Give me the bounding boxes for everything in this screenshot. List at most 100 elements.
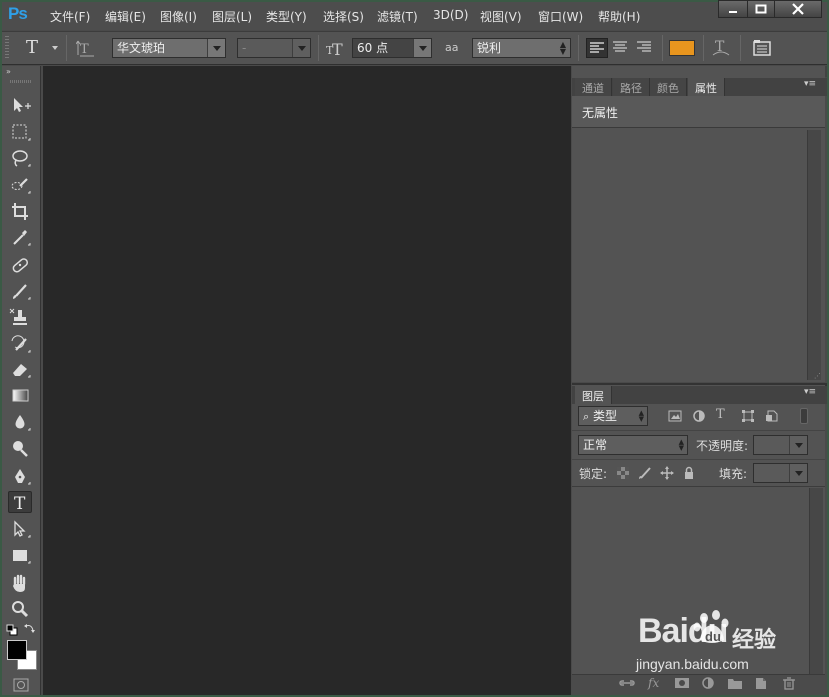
delete-layer-trash-icon[interactable] (781, 676, 797, 690)
blur-tool[interactable] (8, 411, 32, 433)
layers-scrollbar[interactable] (809, 488, 823, 674)
eyedropper-tool[interactable] (8, 226, 32, 248)
minimize-button[interactable] (718, 0, 748, 18)
tab-properties[interactable]: 属性 (688, 78, 725, 96)
layer-style-fx-icon[interactable]: fx (648, 676, 664, 690)
lasso-tool[interactable] (8, 147, 32, 169)
separator (662, 35, 663, 61)
quick-mask-icon (13, 678, 29, 692)
align-right-icon (637, 41, 651, 52)
svg-text:T: T (332, 40, 343, 58)
font-family-select[interactable]: 华文琥珀 (112, 38, 226, 58)
layer-filter-select[interactable]: ⌕ 类型 ▲ ▼ (578, 406, 648, 426)
lock-all-icon[interactable] (682, 466, 696, 480)
blend-mode-select[interactable]: 正常 ▲ ▼ (578, 435, 688, 455)
menu-file[interactable]: 文件(F) (50, 8, 90, 25)
layers-panel-menu-icon[interactable]: ▾≡ (804, 387, 816, 397)
font-size-value: 60 点 (357, 41, 389, 55)
new-group-folder-icon[interactable] (727, 676, 743, 690)
menu-filter[interactable]: 滤镜(T) (377, 8, 418, 25)
lock-position-icon[interactable] (660, 466, 674, 480)
toggle-text-orientation-icon[interactable]: T (76, 38, 96, 58)
panel-menu-icon[interactable]: ▾≡ (804, 79, 816, 89)
quick-selection-tool[interactable] (8, 174, 32, 196)
menu-view[interactable]: 视图(V) (480, 8, 522, 25)
gradient-tool[interactable] (8, 384, 32, 406)
crop-tool[interactable] (8, 200, 32, 222)
align-left-button[interactable] (586, 38, 608, 58)
marquee-tool[interactable] (8, 121, 32, 143)
lock-image-pixels-icon[interactable] (638, 466, 652, 480)
add-mask-icon[interactable] (674, 676, 690, 690)
properties-scrollbar[interactable] (807, 130, 821, 380)
zoom-tool[interactable] (8, 598, 32, 620)
lock-label: 锁定: (579, 467, 608, 481)
warp-text-icon[interactable]: T (711, 37, 731, 59)
document-canvas-area[interactable] (43, 66, 571, 695)
character-panel-icon[interactable] (752, 38, 772, 58)
font-style-select[interactable]: - (237, 38, 311, 58)
chevron-down-icon (292, 39, 310, 57)
tab-channels[interactable]: 通道 (575, 78, 612, 96)
quick-mask-button[interactable] (12, 678, 30, 692)
tab-color[interactable]: 颜色 (650, 78, 687, 96)
clone-stamp-tool[interactable] (8, 306, 32, 328)
brush-tool[interactable] (8, 280, 32, 302)
filter-toggle-switch[interactable] (800, 408, 808, 424)
link-layers-icon[interactable] (619, 676, 635, 690)
align-center-button[interactable] (610, 38, 632, 58)
maximize-button[interactable] (747, 0, 775, 18)
filter-adjustment-icon[interactable] (692, 409, 706, 423)
rectangle-tool[interactable] (8, 544, 32, 566)
resize-grip-icon[interactable]: ⋰ (814, 372, 821, 380)
foreground-color-swatch[interactable] (7, 640, 27, 660)
tools-grip[interactable] (10, 80, 32, 83)
eraser-tool[interactable] (8, 358, 32, 380)
menu-help[interactable]: 帮助(H) (598, 8, 640, 25)
menu-3d[interactable]: 3D(D) (433, 8, 468, 22)
menu-layer[interactable]: 图层(L) (212, 8, 252, 25)
menu-select[interactable]: 选择(S) (323, 8, 364, 25)
tab-paths[interactable]: 路径 (613, 78, 650, 96)
lock-transparent-pixels-icon[interactable] (616, 466, 630, 480)
menu-image[interactable]: 图像(I) (160, 8, 197, 25)
tab-layers[interactable]: 图层 (575, 386, 612, 404)
divider (572, 430, 825, 431)
path-selection-tool[interactable] (8, 518, 32, 540)
pen-tool[interactable] (8, 465, 32, 487)
type-tool[interactable]: T (8, 491, 32, 514)
menu-window[interactable]: 窗口(W) (538, 8, 583, 25)
move-tool[interactable] (8, 94, 32, 116)
filter-shape-icon[interactable] (741, 409, 755, 423)
default-colors-button[interactable] (6, 624, 18, 636)
svg-text:du: du (705, 629, 721, 644)
maximize-icon (755, 4, 767, 14)
swap-colors-button[interactable] (24, 622, 36, 634)
menu-type[interactable]: 类型(Y) (266, 8, 307, 25)
menu-edit[interactable]: 编辑(E) (105, 8, 146, 25)
text-color-swatch[interactable] (669, 40, 695, 56)
new-adjustment-layer-icon[interactable] (700, 676, 716, 690)
filter-pixel-layer-icon[interactable] (668, 410, 682, 422)
filter-type-layer-icon[interactable]: T (716, 407, 725, 422)
default-colors-icon (6, 624, 18, 636)
fill-input[interactable] (753, 463, 808, 483)
preset-dropdown-arrow-icon[interactable] (52, 46, 58, 50)
antialias-select[interactable]: 锐利 ▲ ▼ (472, 38, 571, 58)
text-tool-preset-icon[interactable]: T (26, 37, 38, 58)
filter-smart-object-icon[interactable] (765, 409, 779, 423)
dodge-tool[interactable] (8, 437, 32, 459)
svg-text:T: T (80, 42, 89, 57)
close-button[interactable] (774, 0, 822, 18)
separator (66, 35, 67, 61)
collapse-tools-icon[interactable]: » (6, 67, 11, 76)
options-grip[interactable] (5, 36, 9, 60)
healing-brush-tool[interactable] (8, 254, 32, 276)
hand-tool[interactable] (8, 572, 32, 594)
ps-logo: Ps (8, 4, 28, 23)
new-layer-icon[interactable] (753, 676, 769, 690)
history-brush-tool[interactable] (8, 333, 32, 355)
opacity-input[interactable] (753, 435, 808, 455)
font-size-select[interactable]: 60 点 (352, 38, 432, 58)
align-right-button[interactable] (634, 38, 656, 58)
